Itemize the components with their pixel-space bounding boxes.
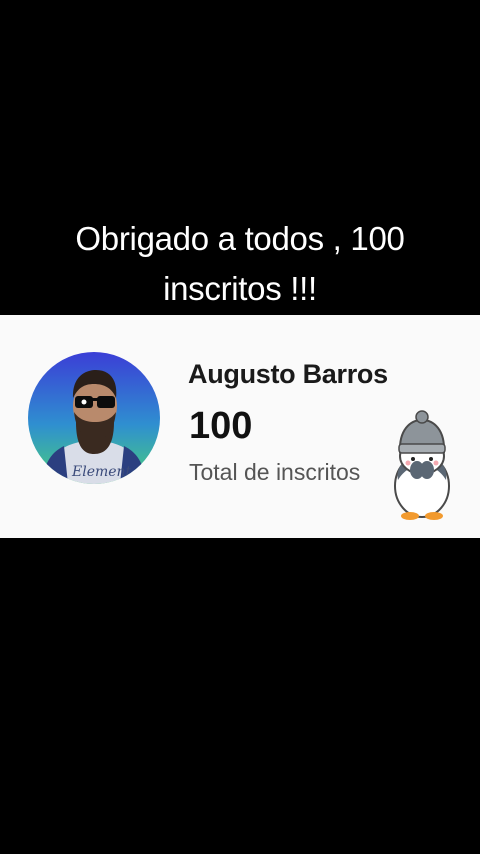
video-caption: Obrigado a todos , 100 inscritos !!! [20,214,460,314]
subscriber-card: Element Augusto Barros 100 Total de insc… [0,315,480,538]
penguin-sticker-icon [386,410,456,526]
subscriber-label: Total de inscritos [189,459,361,485]
caption-line-2: inscritos !!! [163,270,317,307]
avatar: Element [28,352,160,484]
shirt-text: Element [71,464,132,480]
caption-line-1: Obrigado a todos , 100 [75,220,405,257]
channel-name: Augusto Barros [188,359,388,389]
subscriber-count: 100 [189,405,253,447]
